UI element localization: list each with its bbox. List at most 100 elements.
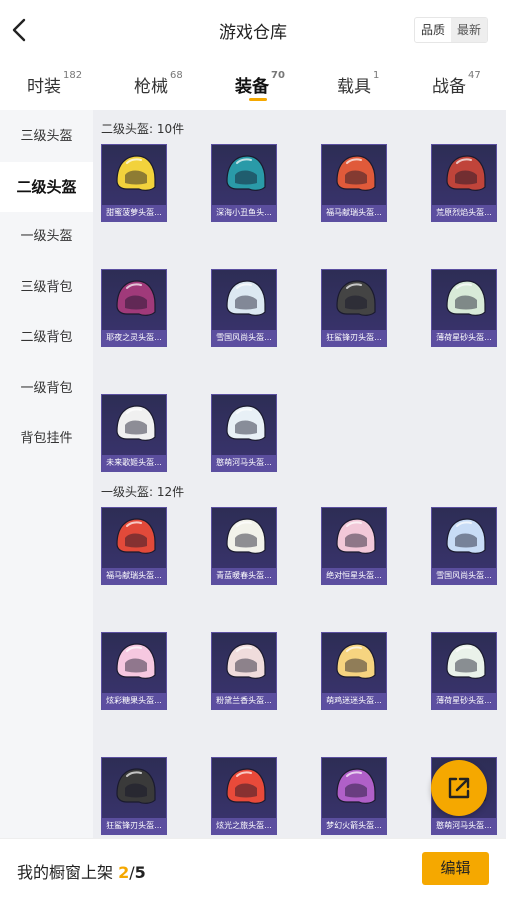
sort-quality-button[interactable]: 品质: [415, 18, 451, 42]
tab-label: 载具: [337, 77, 371, 97]
item-card[interactable]: 福马献瑞头盔...: [101, 507, 167, 585]
helmet-icon: [446, 518, 486, 554]
item-name: 炫彩糖果头盔...: [102, 693, 166, 709]
tab-count: 182: [63, 70, 83, 81]
helmet-icon: [226, 643, 266, 679]
tab-label: 枪械: [134, 77, 168, 97]
tab-weapons[interactable]: 枪械68: [134, 70, 183, 97]
item-card[interactable]: 甜蜜菠萝头盔...: [101, 144, 167, 222]
section-title: 二级头盔: 10件: [101, 122, 185, 136]
edit-button[interactable]: 编辑: [422, 852, 489, 885]
tab-count: 70: [271, 70, 285, 81]
item-name: 憨萌河马头盔...: [432, 818, 496, 834]
item-card[interactable]: 福马献瑞头盔...: [321, 144, 387, 222]
sort-toggle[interactable]: 品质 最新: [414, 17, 488, 43]
item-card[interactable]: 荒原烈焰头盔...: [431, 144, 497, 222]
helmet-icon: [116, 518, 156, 554]
tab-supplies[interactable]: 战备47: [432, 70, 481, 97]
showcase-total: 5: [134, 863, 146, 882]
sidebar-item-level2-backpack[interactable]: 二级背包: [0, 313, 93, 363]
tab-label: 时装: [27, 77, 61, 97]
item-name: 青蓝暖春头盔...: [212, 568, 276, 584]
item-name: 未来歌姬头盔...: [102, 455, 166, 471]
item-name: 耶夜之灵头盔...: [102, 330, 166, 346]
item-name: 荒原烈焰头盔...: [432, 205, 496, 221]
showcase-count: 2: [118, 863, 130, 882]
item-name: 梦幻火箭头盔...: [322, 818, 386, 834]
sidebar-item-level2-helmet[interactable]: 二级头盔: [0, 162, 93, 212]
helmet-icon: [336, 518, 376, 554]
item-card[interactable]: 青蓝暖春头盔...: [211, 507, 277, 585]
item-card[interactable]: 雪国风尚头盔...: [211, 269, 277, 347]
tab-label: 装备: [235, 77, 269, 97]
helmet-icon: [226, 405, 266, 441]
sidebar-item-level3-backpack[interactable]: 三级背包: [0, 263, 93, 313]
subcategory-sidebar: 三级头盔 二级头盔 一级头盔 三级背包 二级背包 一级背包 背包挂件: [0, 110, 93, 838]
item-card[interactable]: 薄荷星砂头盔...: [431, 269, 497, 347]
sidebar-item-level1-helmet[interactable]: 一级头盔: [0, 212, 93, 262]
item-card[interactable]: 雪国风尚头盔...: [431, 507, 497, 585]
item-name: 福马献瑞头盔...: [322, 205, 386, 221]
tab-fashion[interactable]: 时装182: [27, 70, 83, 97]
helmet-icon: [336, 768, 376, 804]
helmet-icon: [226, 518, 266, 554]
item-name: 炫光之旅头盔...: [212, 818, 276, 834]
showcase-status: 我的橱窗上架 2/5: [17, 859, 146, 883]
item-name: 雪国风尚头盔...: [212, 330, 276, 346]
item-card[interactable]: 薄荷星砂头盔...: [431, 632, 497, 710]
share-button[interactable]: [431, 760, 487, 816]
helmet-icon: [336, 280, 376, 316]
helmet-icon: [116, 155, 156, 191]
item-card[interactable]: 未来歌姬头盔...: [101, 394, 167, 472]
sort-newest-button[interactable]: 最新: [451, 18, 487, 42]
helmet-icon: [446, 280, 486, 316]
active-tab-indicator: [249, 98, 267, 101]
item-card[interactable]: 炫光之旅头盔...: [211, 757, 277, 835]
item-card[interactable]: 狂鲨锋刃头盔...: [101, 757, 167, 835]
helmet-icon: [116, 643, 156, 679]
tab-equipment[interactable]: 装备70: [235, 70, 285, 97]
helmet-icon: [226, 768, 266, 804]
share-external-icon: [448, 777, 470, 799]
item-name: 深海小丑鱼头...: [212, 205, 276, 221]
item-name: 狂鲨锋刃头盔...: [322, 330, 386, 346]
tab-count: 68: [170, 70, 183, 81]
item-card[interactable]: 炫彩糖果头盔...: [101, 632, 167, 710]
sidebar-item-level1-backpack[interactable]: 一级背包: [0, 364, 93, 414]
helmet-icon: [226, 155, 266, 191]
item-name: 萌鸡迷迷头盔...: [322, 693, 386, 709]
item-card[interactable]: 耶夜之灵头盔...: [101, 269, 167, 347]
item-card[interactable]: 梦幻火箭头盔...: [321, 757, 387, 835]
item-name: 粉黛兰香头盔...: [212, 693, 276, 709]
item-name: 福马献瑞头盔...: [102, 568, 166, 584]
item-name: 狂鲨锋刃头盔...: [102, 818, 166, 834]
item-card[interactable]: 憨萌河马头盔...: [211, 394, 277, 472]
item-name: 甜蜜菠萝头盔...: [102, 205, 166, 221]
item-name: 薄荷星砂头盔...: [432, 693, 496, 709]
item-card[interactable]: 萌鸡迷迷头盔...: [321, 632, 387, 710]
tab-count: 47: [468, 70, 481, 81]
tab-label: 战备: [432, 77, 466, 97]
helmet-icon: [226, 280, 266, 316]
item-card[interactable]: 狂鲨锋刃头盔...: [321, 269, 387, 347]
item-name: 薄荷星砂头盔...: [432, 330, 496, 346]
helmet-icon: [446, 643, 486, 679]
section-title: 一级头盔: 12件: [101, 485, 185, 499]
tab-vehicles[interactable]: 载具1: [337, 70, 380, 97]
item-card[interactable]: 深海小丑鱼头...: [211, 144, 277, 222]
helmet-icon: [116, 768, 156, 804]
item-grid: 二级头盔: 10件 一级头盔: 12件 甜蜜菠萝头盔... 深海小丑鱼头... 福马…: [93, 110, 506, 838]
item-name: 雪国风尚头盔...: [432, 568, 496, 584]
sidebar-item-level3-helmet[interactable]: 三级头盔: [0, 112, 93, 162]
helmet-icon: [116, 280, 156, 316]
showcase-label: 我的橱窗上架: [17, 863, 114, 882]
top-bar: 游戏仓库 品质 最新: [0, 0, 506, 60]
tab-count: 1: [373, 70, 380, 81]
helmet-icon: [446, 155, 486, 191]
item-card[interactable]: 粉黛兰香头盔...: [211, 632, 277, 710]
item-name: 憨萌河马头盔...: [212, 455, 276, 471]
item-card[interactable]: 绝对恒星头盔...: [321, 507, 387, 585]
sidebar-item-backpack-charm[interactable]: 背包挂件: [0, 414, 93, 464]
bottom-bar: 我的橱窗上架 2/5 编辑: [0, 838, 506, 897]
helmet-icon: [336, 155, 376, 191]
